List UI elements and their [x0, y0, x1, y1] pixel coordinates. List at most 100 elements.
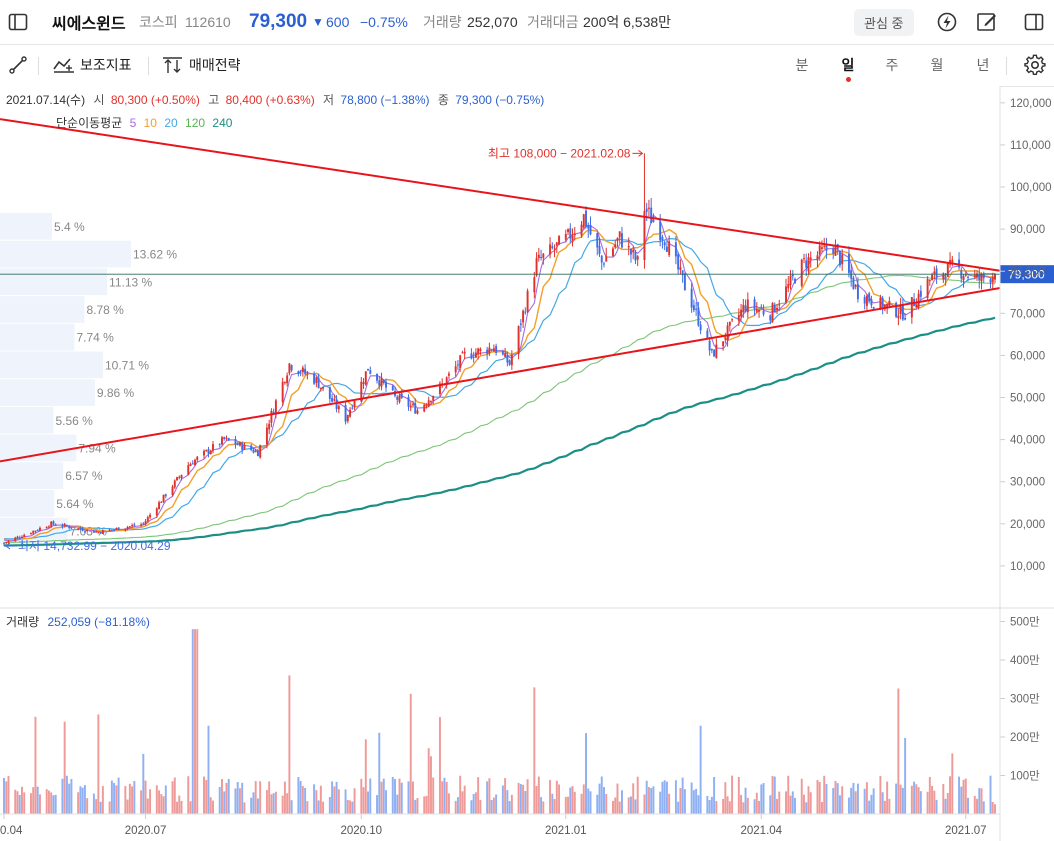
- candle-body: [540, 257, 543, 259]
- candle-body: [789, 275, 792, 286]
- candle-body: [319, 387, 322, 390]
- candle-body: [769, 315, 772, 321]
- volume-bar: [218, 786, 221, 814]
- candle-body: [367, 368, 370, 371]
- candle-body: [558, 236, 561, 245]
- candle-body: [236, 443, 239, 446]
- candle-body: [149, 514, 152, 518]
- volume-bar: [149, 789, 152, 814]
- pen-line-icon[interactable]: [8, 44, 28, 86]
- candle-body: [38, 527, 41, 531]
- volume-bar: [603, 787, 605, 814]
- volume-bar: [661, 781, 664, 814]
- volume-bar: [459, 775, 462, 814]
- volume-profile-bar: [0, 490, 55, 517]
- x-tick-label: 2021.04: [741, 825, 783, 837]
- volume-bar: [967, 797, 970, 814]
- watch-button[interactable]: 관심 중: [854, 8, 914, 36]
- candle-body: [414, 403, 417, 414]
- candle-body: [162, 494, 165, 502]
- volume-bar: [81, 787, 84, 814]
- candle-body: [427, 400, 430, 407]
- volume-bar: [834, 780, 837, 814]
- volume-bar: [110, 780, 113, 814]
- volume-bar: [832, 788, 835, 814]
- volume-bar: [551, 793, 554, 814]
- candle-body: [61, 525, 64, 527]
- candle-body: [526, 290, 529, 312]
- sidebar-toggle-icon[interactable]: [8, 0, 28, 44]
- candle-body: [205, 449, 208, 452]
- gear-icon[interactable]: [1024, 44, 1046, 86]
- y-tick-label: 110,000: [1010, 140, 1051, 152]
- volume-bar: [519, 784, 522, 814]
- stock-header: 씨에스윈드 코스피 112610 79,300 ▼ 600 −0.75% 거래량…: [0, 0, 1054, 45]
- candle-body: [221, 437, 223, 445]
- volume-bar: [919, 791, 922, 814]
- strategy-button[interactable]: 매매전략: [162, 44, 241, 86]
- open-label: 시: [93, 93, 104, 107]
- volume-bar: [665, 781, 668, 814]
- volume-bar: [935, 799, 938, 814]
- volume-bar: [461, 791, 464, 814]
- volume-bar: [504, 778, 507, 814]
- volume-bar: [960, 786, 963, 814]
- candle-body: [967, 276, 970, 278]
- candle-body: [180, 474, 183, 479]
- volume-bar: [378, 732, 381, 814]
- volume-bar: [978, 788, 981, 814]
- candle-body: [508, 360, 511, 365]
- volume-bar: [962, 779, 965, 814]
- ma240-label: 240: [212, 116, 232, 130]
- candle-body: [863, 297, 866, 304]
- lightning-icon[interactable]: [936, 0, 958, 44]
- volume-bar: [847, 797, 850, 814]
- volume-bar: [108, 801, 111, 814]
- volume-bar: [3, 778, 5, 814]
- candle-body: [400, 393, 403, 398]
- volume-bar: [243, 802, 246, 814]
- period-month[interactable]: 월: [925, 44, 949, 86]
- candle-body: [252, 449, 255, 453]
- candle-body: [29, 533, 32, 535]
- strategy-label: 매매전략: [189, 57, 241, 73]
- volume-bar: [286, 793, 289, 814]
- volume-bar: [432, 777, 435, 814]
- volume-bar: [77, 792, 80, 814]
- volume-bar: [663, 780, 666, 814]
- stock-chart[interactable]: 5.4 % 13.62 % 11.13 % 8.78 % 7.74 % 10.71 % 9.…: [0, 86, 1054, 841]
- volume-profile-label: 10.71 %: [105, 358, 149, 372]
- period-minute[interactable]: 분: [790, 44, 814, 86]
- panel-icon[interactable]: [1024, 0, 1044, 44]
- volume-bar: [367, 791, 370, 814]
- candle-body: [542, 253, 545, 258]
- candle-body: [34, 530, 37, 532]
- indicator-button[interactable]: 보조지표: [53, 44, 132, 86]
- candle-body: [254, 450, 257, 453]
- volume-bar: [126, 799, 129, 814]
- candle-body: [589, 224, 592, 235]
- volume-bar: [79, 786, 82, 814]
- period-week[interactable]: 주: [880, 44, 904, 86]
- volume-bar: [360, 778, 363, 814]
- candle-body: [771, 302, 774, 322]
- volume-bar: [881, 792, 884, 814]
- candle-body: [353, 401, 356, 407]
- volume-bar: [297, 776, 300, 814]
- candle-body: [571, 235, 574, 242]
- candle-body: [301, 367, 304, 373]
- candle-body: [661, 236, 664, 241]
- candle-body: [382, 379, 385, 383]
- volume-bar: [162, 796, 165, 814]
- volume-bar: [517, 782, 520, 814]
- edit-icon[interactable]: [976, 0, 998, 44]
- volume-bar: [18, 794, 21, 814]
- candle-body: [915, 305, 918, 308]
- period-year[interactable]: 년: [971, 44, 995, 86]
- y-tick-label: 20,000: [1010, 519, 1045, 531]
- candle-body: [322, 386, 325, 389]
- volume-bar: [627, 797, 630, 814]
- candle-body: [726, 325, 729, 341]
- volume-bar: [683, 789, 686, 814]
- candle-body: [674, 242, 677, 257]
